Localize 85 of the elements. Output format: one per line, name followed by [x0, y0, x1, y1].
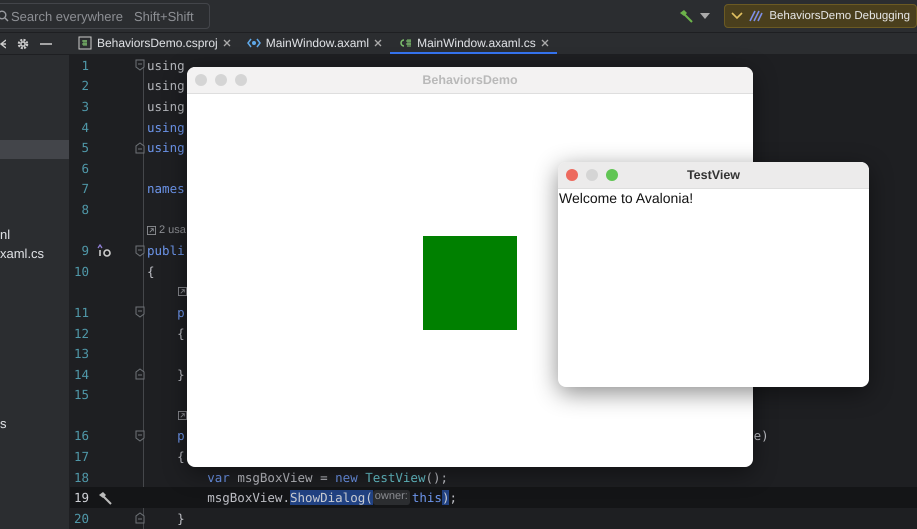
close-button[interactable] — [566, 169, 578, 181]
line-number: 7 — [80, 181, 89, 196]
line-number: 18 — [72, 470, 89, 485]
hammer-icon — [97, 490, 113, 506]
line-number: 12 — [72, 326, 89, 341]
minimize-icon[interactable] — [40, 42, 52, 44]
line-number: 20 — [72, 510, 89, 526]
code-text: using — [147, 58, 185, 73]
fold-marker-icon — [135, 306, 145, 318]
code-text: this — [412, 490, 442, 506]
code-text: { — [176, 449, 185, 464]
line-number: 4 — [80, 120, 89, 135]
tree-item[interactable]: nl — [0, 225, 69, 244]
caret-icon — [731, 12, 744, 20]
usages-icon[interactable] — [178, 287, 187, 296]
line-number: 11 — [72, 304, 89, 320]
line-number: 9 — [80, 243, 89, 258]
settings-icon[interactable] — [16, 36, 30, 50]
usages-icon[interactable] — [178, 410, 187, 420]
code-text: { — [147, 264, 155, 279]
line-number: 6 — [80, 160, 89, 176]
usages-hint[interactable]: 2 usa — [159, 224, 186, 236]
code-text: msgBoxView. — [206, 490, 290, 506]
code-text: msgBoxView = — [236, 470, 329, 485]
close-icon[interactable] — [222, 38, 231, 46]
window-title: BehaviorsDemo — [421, 73, 519, 87]
selected-code: ShowDialog( — [290, 490, 373, 506]
editor-tab[interactable]: MainWindow.axaml.cs — [390, 33, 557, 54]
line-number: 19 — [72, 490, 89, 506]
parameter-hint: owner: — [372, 490, 410, 506]
code-text: new — [335, 470, 359, 485]
code-text: publi — [147, 243, 185, 258]
close-icon[interactable] — [540, 38, 549, 46]
code-text: using — [147, 140, 185, 156]
code-text: using — [147, 120, 185, 135]
window-title: TestView — [686, 168, 742, 182]
code-text: (); — [425, 470, 448, 485]
fold-marker-icon — [135, 512, 145, 524]
line-number: 3 — [80, 98, 89, 114]
code-text: using — [147, 78, 185, 94]
line-number: 16 — [72, 428, 89, 444]
csharp-project-icon — [78, 36, 92, 50]
code-text: e) — [754, 428, 769, 444]
arrow-icon[interactable] — [0, 38, 6, 48]
markup-file-icon — [246, 36, 261, 48]
shortcut-hint: Shift+Shift — [134, 9, 194, 24]
code-text: var — [206, 470, 230, 485]
avalonia-icon — [749, 10, 764, 22]
line-number: 13 — [72, 346, 89, 362]
fold-marker-icon — [135, 244, 145, 257]
line-number: 17 — [72, 449, 89, 464]
code-text: { — [176, 326, 185, 341]
code-text: } — [176, 510, 185, 526]
tree-item[interactable]: xaml.cs — [0, 244, 69, 263]
editor-tab[interactable]: MainWindow.axaml — [238, 33, 390, 54]
line-number: 2 — [80, 78, 89, 94]
code-text: } — [176, 366, 185, 382]
code-text: names — [147, 181, 185, 196]
close-icon[interactable] — [374, 38, 382, 46]
run-configuration[interactable]: BehaviorsDemo Debugging — [724, 4, 917, 28]
code-text: TestView — [365, 470, 426, 485]
caret-icon[interactable] — [700, 13, 710, 19]
line-number: 1 — [80, 58, 89, 73]
implemented-icon — [97, 244, 113, 258]
fold-marker-icon — [135, 142, 145, 154]
editor-tab[interactable]: BehaviorsDemo.csproj — [70, 33, 239, 54]
selected-code: ) — [442, 490, 450, 506]
usages-icon[interactable] — [147, 226, 156, 235]
hammer-icon[interactable] — [678, 8, 694, 24]
search-icon — [0, 10, 9, 22]
line-number: 14 — [72, 366, 89, 382]
welcome-text: Welcome to Avalonia! — [558, 189, 694, 206]
fold-marker-icon — [135, 59, 145, 72]
code-text: p — [176, 304, 185, 320]
tree-item[interactable]: s — [0, 414, 69, 433]
fold-marker-icon — [135, 368, 145, 380]
code-text: ; — [449, 490, 457, 506]
code-text: using — [147, 98, 185, 114]
line-number: 8 — [80, 202, 89, 217]
csharp-file-icon — [398, 36, 412, 48]
line-number: 15 — [72, 387, 89, 402]
line-number: 10 — [72, 264, 89, 279]
line-number: 5 — [80, 140, 89, 156]
code-text: p — [176, 428, 185, 444]
fold-marker-icon — [135, 430, 145, 442]
